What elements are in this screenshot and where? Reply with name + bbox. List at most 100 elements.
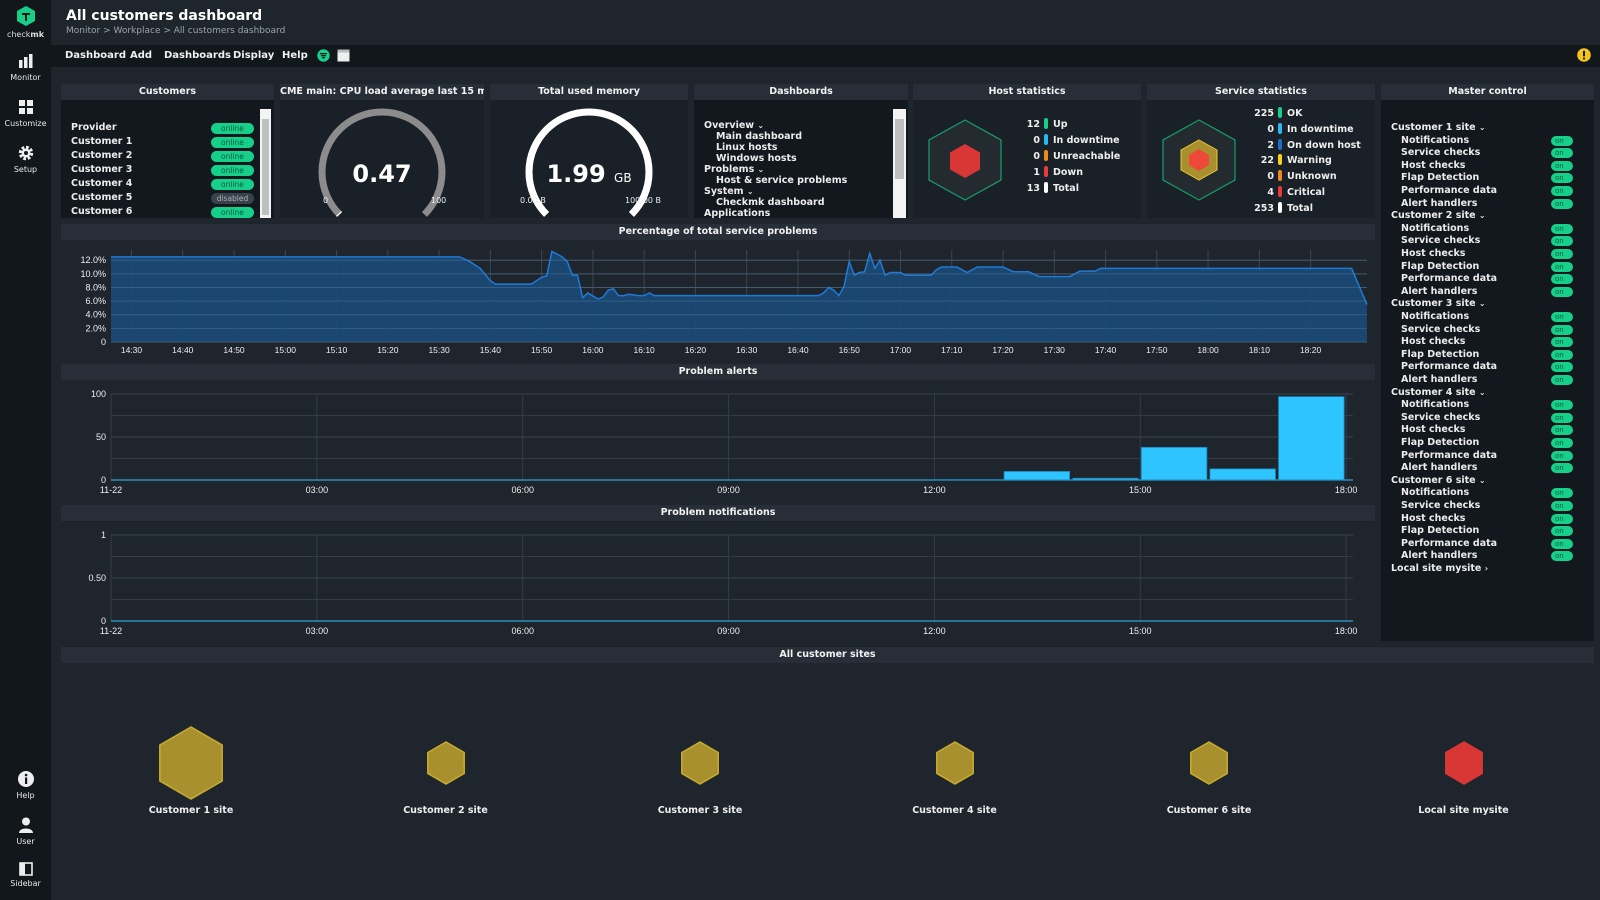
dashboard-link[interactable]: Checkmk dashboard: [716, 197, 825, 208]
customer-row[interactable]: Customer 4: [71, 178, 132, 189]
site-hexagon[interactable]: [141, 713, 241, 813]
customer-status-badge[interactable]: online: [211, 151, 254, 162]
master-control-toggle[interactable]: on: [1551, 249, 1573, 259]
customer-status-badge[interactable]: online: [211, 123, 254, 134]
master-control-site[interactable]: Customer 6 site ⌄: [1391, 475, 1486, 486]
master-control-toggle[interactable]: on: [1551, 312, 1573, 322]
master-control-site[interactable]: Customer 2 site ⌄: [1391, 210, 1486, 221]
stat-row[interactable]: 0 Unreachable: [1018, 150, 1120, 162]
stat-row[interactable]: 13 Total: [1018, 182, 1079, 194]
master-control-toggle[interactable]: on: [1551, 425, 1573, 436]
nav-monitor[interactable]: Monitor: [0, 52, 51, 82]
breadcrumb[interactable]: Monitor > Workplace > All customers dash…: [66, 26, 285, 36]
stat-row[interactable]: 0 In downtime: [1252, 122, 1354, 135]
nav-help[interactable]: Help: [0, 770, 51, 800]
site-hexagon[interactable]: [650, 713, 750, 813]
master-control-toggle[interactable]: on: [1551, 186, 1573, 196]
dashboard-group[interactable]: Problems ⌄: [704, 164, 764, 175]
menu-dashboard[interactable]: Dashboard: [65, 50, 126, 61]
master-control-toggle[interactable]: on: [1551, 551, 1573, 562]
stat-row[interactable]: 2 On down host: [1252, 138, 1361, 151]
window-icon[interactable]: [337, 49, 350, 62]
bar[interactable]: [1072, 477, 1139, 481]
stat-row[interactable]: 225 OK: [1252, 107, 1302, 119]
site-label[interactable]: Local site mysite: [1394, 805, 1534, 816]
stat-row[interactable]: 4 Critical: [1252, 186, 1325, 198]
host-stats-hexagon[interactable]: [925, 118, 1005, 202]
customer-status-badge[interactable]: online: [211, 137, 254, 148]
master-control-toggle[interactable]: on: [1551, 501, 1573, 511]
dashboard-link[interactable]: Windows hosts: [716, 153, 797, 164]
customers-scrollbar[interactable]: [260, 109, 271, 218]
dashboard-link[interactable]: Main dashboard: [716, 131, 802, 142]
master-control-toggle[interactable]: on: [1551, 286, 1573, 297]
nav-user[interactable]: User: [0, 816, 51, 846]
master-control-site[interactable]: Customer 1 site ⌄: [1391, 122, 1486, 133]
master-control-toggle[interactable]: on: [1551, 362, 1573, 373]
master-control-toggle[interactable]: on: [1551, 349, 1573, 360]
nav-setup[interactable]: Setup: [0, 144, 51, 174]
master-control-toggle[interactable]: on: [1551, 135, 1573, 146]
nav-sidebar[interactable]: Sidebar: [0, 862, 51, 888]
customer-row[interactable]: Customer 6: [71, 206, 132, 217]
bar[interactable]: [1209, 468, 1276, 481]
stat-row[interactable]: 253 Total: [1252, 201, 1313, 214]
bar[interactable]: [1003, 471, 1071, 481]
dashboard-link[interactable]: Host & service problems: [716, 175, 847, 186]
site-label[interactable]: Customer 3 site: [630, 805, 770, 816]
customer-status-badge[interactable]: online: [211, 207, 254, 218]
master-control-toggle[interactable]: on: [1551, 488, 1573, 499]
menu-display[interactable]: Display: [233, 50, 274, 61]
master-control-toggle[interactable]: on: [1551, 450, 1573, 461]
master-control-toggle[interactable]: on: [1551, 160, 1573, 171]
master-control-toggle[interactable]: on: [1551, 173, 1573, 184]
master-control-toggle[interactable]: on: [1551, 526, 1573, 537]
stat-row[interactable]: 0 Unknown: [1252, 170, 1337, 182]
site-label[interactable]: Customer 1 site: [121, 805, 261, 816]
menu-dashboards[interactable]: Dashboards: [164, 50, 231, 61]
dashboard-group[interactable]: Overview ⌄: [704, 120, 764, 131]
master-control-toggle[interactable]: on: [1551, 375, 1573, 385]
bar[interactable]: [1140, 446, 1208, 481]
site-hexagon[interactable]: [1414, 713, 1514, 813]
master-control-toggle[interactable]: on: [1551, 198, 1573, 209]
warning-icon[interactable]: [1577, 48, 1591, 62]
customer-row[interactable]: Provider: [71, 122, 117, 133]
master-control-toggle[interactable]: on: [1551, 337, 1573, 348]
customer-status-badge[interactable]: online: [211, 179, 254, 190]
service-stats-hexagon[interactable]: [1159, 118, 1239, 202]
master-control-toggle[interactable]: on: [1551, 513, 1573, 524]
stat-row[interactable]: 12 Up: [1018, 118, 1068, 130]
bar[interactable]: [1278, 396, 1345, 481]
master-control-site[interactable]: Local site mysite ›: [1391, 563, 1488, 574]
dashboard-group[interactable]: System ⌄: [704, 186, 754, 197]
filter-icon[interactable]: [317, 49, 330, 62]
customer-status-badge[interactable]: disabled: [211, 193, 254, 204]
master-control-toggle[interactable]: on: [1551, 400, 1573, 411]
nav-customize[interactable]: Customize: [0, 98, 51, 128]
master-control-toggle[interactable]: on: [1551, 412, 1573, 423]
customer-row[interactable]: Customer 5: [71, 192, 132, 203]
site-hexagon[interactable]: [396, 713, 496, 813]
stat-row[interactable]: 1 Down: [1018, 166, 1083, 178]
stat-row[interactable]: 0 In downtime: [1018, 134, 1120, 146]
site-label[interactable]: Customer 6 site: [1139, 805, 1279, 816]
customer-row[interactable]: Customer 1: [71, 136, 132, 147]
master-control-toggle[interactable]: on: [1551, 148, 1573, 159]
site-hexagon[interactable]: [1159, 713, 1259, 813]
stat-row[interactable]: 22 Warning: [1252, 154, 1332, 166]
master-control-toggle[interactable]: on: [1551, 463, 1573, 474]
dashboard-link[interactable]: Linux hosts: [716, 142, 777, 153]
master-control-toggle[interactable]: on: [1551, 324, 1573, 335]
site-label[interactable]: Customer 4 site: [885, 805, 1025, 816]
master-control-toggle[interactable]: on: [1551, 274, 1573, 285]
dashboards-scrollbar[interactable]: [893, 109, 906, 218]
master-control-site[interactable]: Customer 4 site ⌄: [1391, 387, 1486, 398]
master-control-toggle[interactable]: on: [1551, 538, 1573, 549]
customer-status-badge[interactable]: online: [211, 165, 254, 176]
master-control-toggle[interactable]: on: [1551, 261, 1573, 272]
master-control-site[interactable]: Customer 3 site ⌄: [1391, 298, 1486, 309]
customer-row[interactable]: Customer 2: [71, 150, 132, 161]
master-control-toggle[interactable]: on: [1551, 236, 1573, 247]
site-hexagon[interactable]: [905, 713, 1005, 813]
